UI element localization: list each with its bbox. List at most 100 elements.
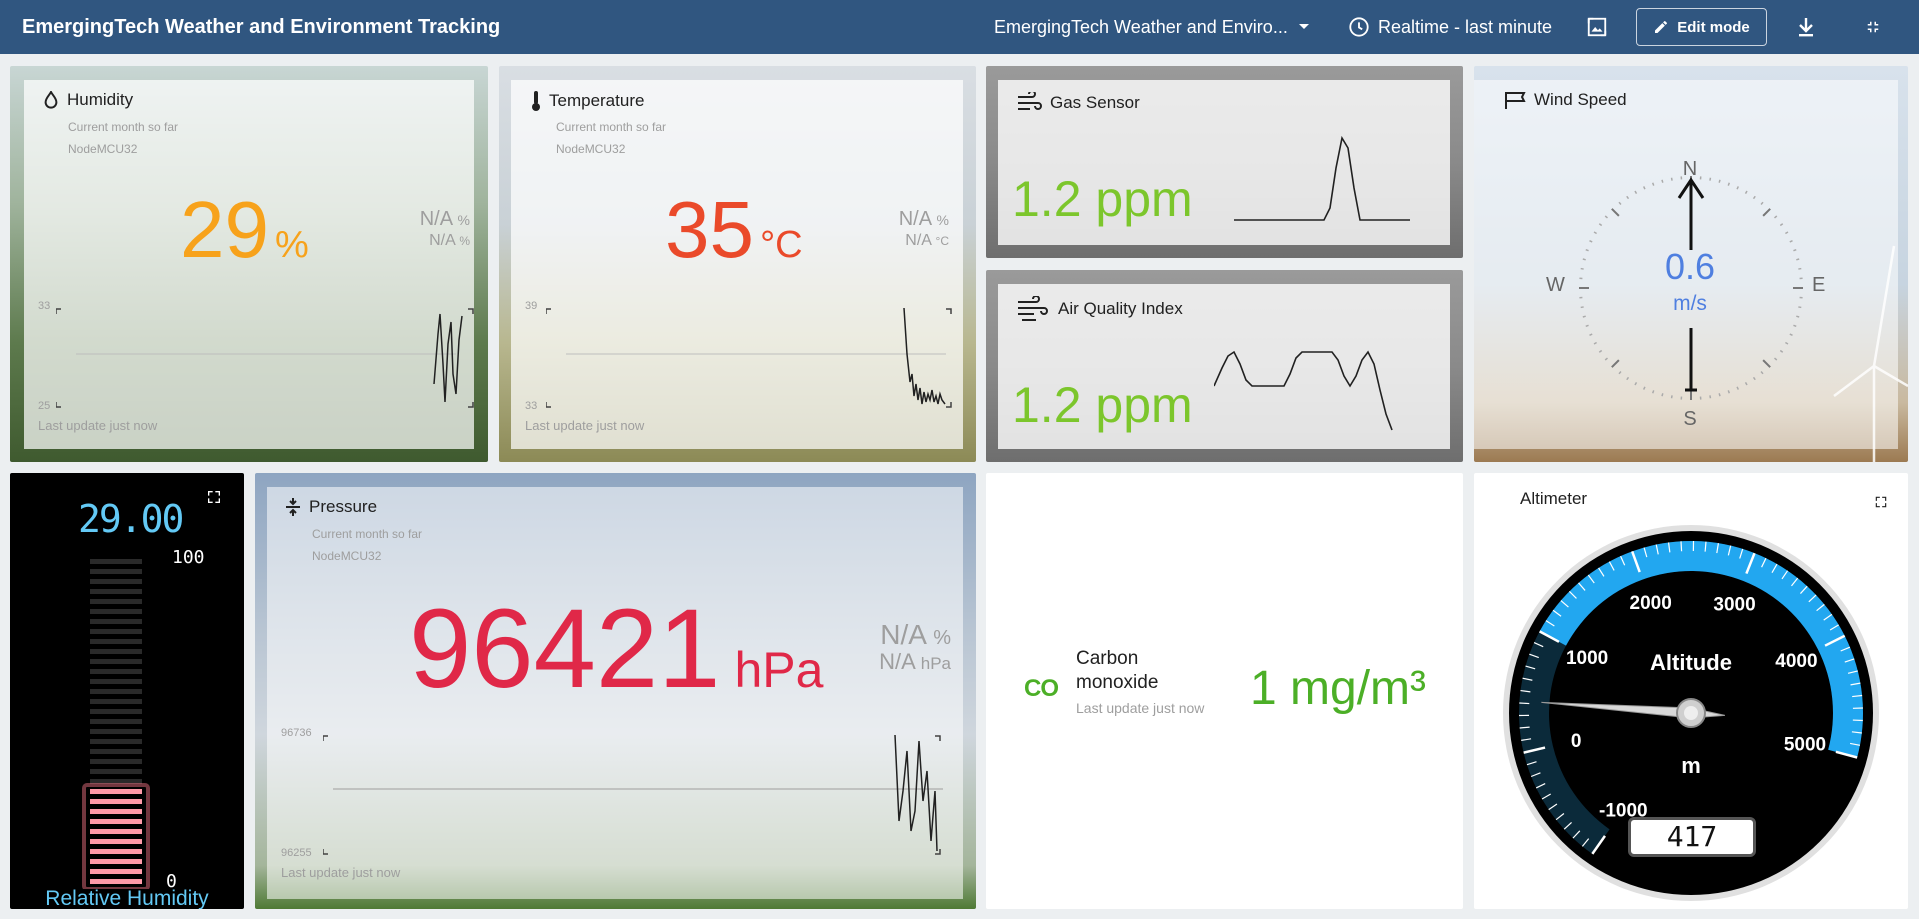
- compass-tick: [1585, 324, 1589, 328]
- humidity-na1-unit: %: [457, 212, 470, 228]
- compass-tick: [1744, 382, 1748, 386]
- wind-speed-header: Wind Speed: [1504, 90, 1627, 110]
- rh-led-segment: [90, 609, 142, 614]
- pressure-header: Pressure: [285, 497, 377, 517]
- gas-sensor-sparkline: [1234, 135, 1410, 221]
- pressure-sparkline: [323, 734, 943, 855]
- humidity-title: Humidity: [67, 90, 134, 109]
- compass-tick: [1611, 208, 1620, 217]
- water-drop-icon: [44, 91, 58, 109]
- humidity-unit: %: [274, 224, 309, 266]
- chevron-down-icon: [1298, 24, 1309, 29]
- compass-tick: [1762, 208, 1771, 217]
- rh-led-segment: [90, 559, 142, 564]
- gas-sensor-card: Gas Sensor 1.2 ppm: [986, 66, 1463, 258]
- compass-tick: [1709, 395, 1712, 399]
- compass-tick: [1779, 349, 1784, 353]
- gas-sensor-header: Gas Sensor: [1016, 92, 1140, 114]
- rh-led-segment: [90, 659, 142, 664]
- pressure-na-primary: N/A %: [835, 619, 951, 651]
- temperature-title: Temperature: [549, 91, 645, 110]
- compass-tick: [1598, 223, 1603, 227]
- air-quality-value: 1.2 ppm: [1012, 377, 1193, 433]
- temperature-na1: N/A: [898, 208, 931, 230]
- pressure-device: NodeMCU32: [312, 549, 382, 563]
- temperature-header: Temperature: [531, 90, 644, 112]
- compass-tick: [1626, 195, 1630, 200]
- rh-label: Relative Humidity: [45, 887, 209, 909]
- air-quality-title: Air Quality Index: [1058, 299, 1183, 318]
- rh-led-segment: [90, 709, 142, 714]
- humidity-na2: N/A: [429, 232, 455, 249]
- compass-tick: [1661, 393, 1664, 397]
- pressure-na2: N/A: [879, 649, 915, 674]
- compass-tick: [1618, 371, 1622, 375]
- compass-east-label: E: [1812, 274, 1826, 296]
- humidity-value: 29%: [180, 190, 309, 270]
- pressure-title: Pressure: [309, 497, 378, 516]
- compass-tick: [1604, 357, 1608, 361]
- altimeter-tick-label: 5000: [1784, 735, 1826, 756]
- compass-tick: [1798, 267, 1802, 270]
- rh-led-segment: [90, 589, 142, 594]
- compass-tick: [1593, 231, 1597, 235]
- dashboard-selector[interactable]: EmergingTech Weather and Enviro...: [994, 0, 1310, 54]
- rh-led-segment: [90, 669, 142, 674]
- temperature-sparkline: [546, 307, 952, 408]
- altimeter-tick-label: 4000: [1775, 651, 1817, 672]
- rh-fullscreen-button[interactable]: [206, 489, 228, 511]
- temperature-device: NodeMCU32: [556, 142, 626, 156]
- altimeter-fullscreen-button[interactable]: [1874, 495, 1892, 513]
- compass-tick: [1582, 315, 1586, 318]
- compass-tick: [1589, 239, 1593, 243]
- humidity-na-primary: N/A %: [370, 208, 470, 231]
- wind-icon: [1018, 296, 1048, 321]
- exit-fullscreen-icon: [1867, 21, 1879, 33]
- compass-tick: [1626, 376, 1630, 381]
- pressure-card: Pressure Current month so far NodeMCU32 …: [255, 473, 976, 909]
- rh-led-segment: [90, 689, 142, 694]
- humidity-na1: N/A: [419, 208, 452, 230]
- pressure-number: 96421: [409, 586, 721, 711]
- rh-led-segment-lit: [90, 859, 142, 864]
- rh-led-segment: [90, 759, 142, 764]
- wind-speed-value: 0.6: [1664, 246, 1716, 287]
- altimeter-tick: [1680, 541, 1683, 552]
- download-button[interactable]: [1790, 11, 1822, 43]
- rh-led-segment: [90, 649, 142, 654]
- compass-tick: [1580, 306, 1584, 309]
- exit-fullscreen-button[interactable]: [1857, 11, 1889, 43]
- pressure-value: 96421 hPa: [409, 593, 823, 705]
- compass-tick: [1785, 231, 1789, 235]
- humidity-device: NodeMCU32: [68, 142, 138, 156]
- compass-tick: [1752, 376, 1756, 381]
- background-image-button[interactable]: [1581, 11, 1613, 43]
- compass-tick: [1651, 182, 1655, 186]
- time-window-selector[interactable]: Realtime - last minute: [1348, 0, 1552, 54]
- rh-led-segment: [90, 739, 142, 744]
- altimeter-needle-hub-center: [1684, 706, 1698, 720]
- rh-led-segment-lit: [90, 829, 142, 834]
- thermometer-icon: [532, 91, 540, 111]
- edit-mode-button[interactable]: Edit mode: [1636, 8, 1767, 46]
- wind-compass: [1579, 176, 1803, 400]
- compass-tick: [1779, 223, 1784, 227]
- pressure-axis-max: 96736: [281, 727, 312, 739]
- pressure-unit: hPa: [734, 642, 824, 698]
- rh-led-segment-lit: [90, 839, 142, 844]
- temperature-axis-min: 33: [525, 400, 538, 412]
- rh-led-segment-lit: [90, 849, 142, 854]
- rh-led-segment: [90, 579, 142, 584]
- compass-tick: [1670, 395, 1673, 399]
- co-title: Carbon monoxide: [1076, 648, 1159, 693]
- rh-led-segment: [90, 729, 142, 734]
- altimeter-title: Altimeter: [1520, 489, 1588, 508]
- compass-tick: [1796, 315, 1800, 318]
- temperature-na2: N/A: [905, 232, 932, 249]
- altimeter-tick-label: 2000: [1630, 593, 1672, 614]
- altimeter-digital-display: 417: [1628, 817, 1756, 857]
- altimeter-gauge-label: Altitude: [1650, 650, 1732, 675]
- temperature-na1-unit: %: [936, 212, 949, 228]
- rh-led-segment: [90, 569, 142, 574]
- rh-display-value: 29.00: [78, 497, 184, 541]
